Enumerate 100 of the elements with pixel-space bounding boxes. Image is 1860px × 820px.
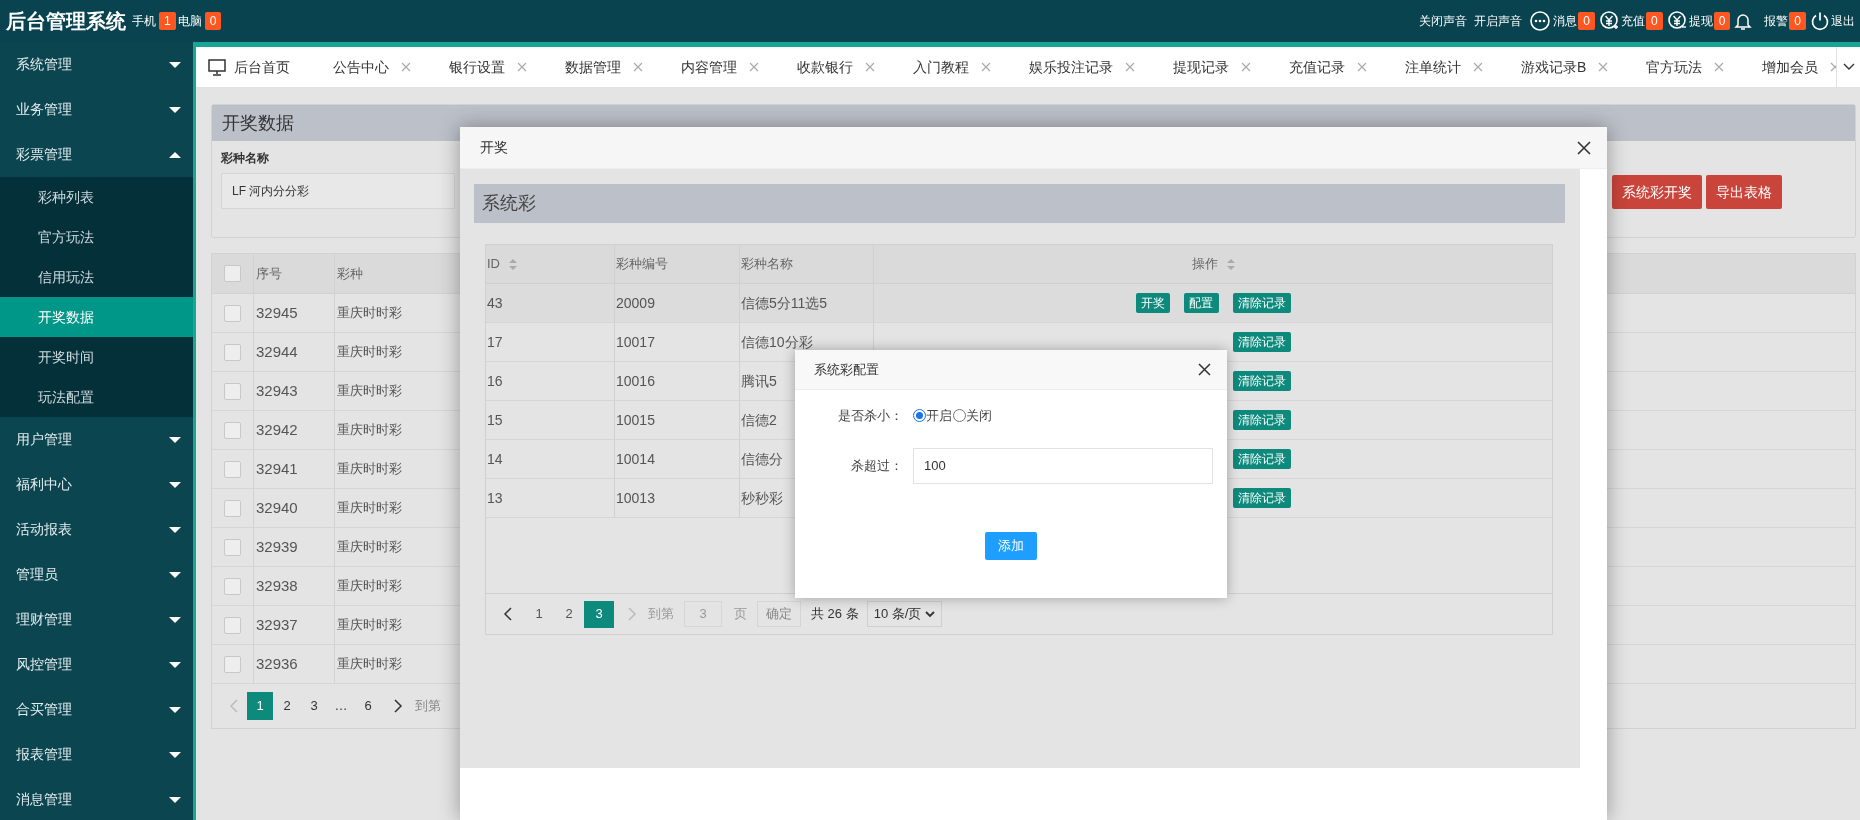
- tab[interactable]: 数据管理: [565, 56, 621, 78]
- page-link[interactable]: 3: [584, 600, 614, 628]
- tab[interactable]: 内容管理: [681, 56, 737, 78]
- table-cell: 32941: [254, 450, 335, 488]
- sort-icon[interactable]: [1225, 257, 1236, 271]
- tab[interactable]: 官方玩法: [1646, 56, 1703, 78]
- sidebar-item[interactable]: 管理员: [16, 564, 58, 585]
- tab[interactable]: 提现记录: [1173, 56, 1229, 78]
- tab[interactable]: 娱乐投注记录: [1029, 56, 1113, 78]
- page-link[interactable]: …: [328, 692, 354, 720]
- sidebar-subitem[interactable]: 开奖数据: [0, 297, 193, 337]
- page-link[interactable]: 1: [247, 692, 273, 720]
- checkbox[interactable]: [224, 265, 241, 282]
- tab[interactable]: 银行设置: [449, 56, 505, 78]
- page-link[interactable]: 2: [554, 600, 584, 628]
- header-link[interactable]: 消息: [1553, 12, 1578, 30]
- close-icon[interactable]: [1198, 363, 1211, 376]
- table-cell: 32937: [254, 606, 335, 644]
- tab[interactable]: 游戏记录B: [1521, 56, 1587, 78]
- sidebar-subitem[interactable]: 彩种列表: [0, 177, 193, 217]
- count-badge: 0: [1713, 12, 1731, 30]
- checkbox[interactable]: [224, 655, 241, 673]
- table-cell: 信德5分11选5: [740, 284, 874, 322]
- table-cell: 14: [486, 440, 615, 478]
- row-action-button[interactable]: 清除记录: [1232, 371, 1291, 391]
- sidebar-item[interactable]: 理财管理: [16, 609, 72, 630]
- page-size-select[interactable]: 10 条/页: [866, 601, 943, 627]
- checkbox[interactable]: [224, 499, 241, 517]
- sidebar-item[interactable]: 报表管理: [16, 744, 72, 765]
- checkbox[interactable]: [224, 616, 241, 634]
- page-link[interactable]: 2: [274, 692, 300, 720]
- header-link[interactable]: 充值: [1620, 12, 1645, 30]
- checkbox[interactable]: [224, 304, 241, 322]
- page-unit-label: 页: [734, 605, 747, 624]
- tab[interactable]: 增加会员: [1762, 56, 1819, 78]
- count-badge: 1: [159, 12, 176, 30]
- sidebar-item[interactable]: 活动报表: [16, 519, 72, 540]
- table-cell-text: 重庆时时彩: [336, 655, 403, 674]
- row-action-button[interactable]: 清除记录: [1232, 449, 1291, 469]
- table-cell: 20009: [615, 284, 740, 322]
- tab[interactable]: 后台首页: [234, 56, 290, 78]
- checkbox[interactable]: [224, 343, 241, 361]
- close-icon[interactable]: [1577, 140, 1591, 155]
- header-link[interactable]: 报警: [1764, 12, 1789, 30]
- sidebar-item[interactable]: 系统管理: [16, 54, 72, 75]
- tab[interactable]: 入门教程: [913, 56, 969, 78]
- row-action-button[interactable]: 清除记录: [1232, 488, 1291, 508]
- tab[interactable]: 收款银行: [797, 56, 853, 78]
- header-link[interactable]: 提现: [1688, 12, 1713, 30]
- sidebar-subitem[interactable]: 官方玩法: [0, 217, 193, 257]
- sidebar-subitem[interactable]: 信用玩法: [0, 257, 193, 297]
- checkbox[interactable]: [224, 460, 241, 478]
- checkbox[interactable]: [224, 577, 241, 595]
- power-icon: [1810, 11, 1830, 31]
- row-action-button[interactable]: 清除记录: [1232, 293, 1291, 313]
- tab[interactable]: 公告中心: [333, 56, 389, 78]
- column-header: 彩种编号: [616, 255, 668, 274]
- action-button[interactable]: 系统彩开奖: [1612, 175, 1702, 209]
- sidebar-subitem[interactable]: 开奖时间: [0, 337, 193, 377]
- sidebar-subitem[interactable]: 玩法配置: [0, 377, 193, 417]
- table-cell-text: 重庆时时彩: [336, 343, 403, 362]
- table-cell: 43: [486, 284, 615, 322]
- sidebar-item[interactable]: 用户管理: [16, 429, 72, 450]
- bell-icon: [1734, 11, 1753, 31]
- table-cell: 10014: [615, 440, 740, 478]
- sidebar-item[interactable]: 风控管理: [16, 654, 72, 675]
- checkbox[interactable]: [224, 382, 241, 400]
- table-cell: 32940: [254, 489, 335, 527]
- tab[interactable]: 充值记录: [1289, 56, 1345, 78]
- table-cell: 13: [486, 479, 615, 517]
- sort-icon[interactable]: [508, 257, 518, 271]
- table-cell-text: 重庆时时彩: [336, 382, 403, 401]
- total-count: 共 26 条: [811, 605, 859, 624]
- header-link[interactable]: 退出: [1831, 12, 1855, 30]
- column-header: 操作: [1191, 255, 1218, 274]
- checkbox[interactable]: [224, 421, 241, 439]
- header-link[interactable]: 关闭声音: [1419, 12, 1468, 30]
- sidebar-item[interactable]: 业务管理: [16, 99, 72, 120]
- input-field[interactable]: 100: [913, 447, 1213, 484]
- page-link[interactable]: 6: [355, 692, 381, 720]
- header-link[interactable]: 开启声音: [1474, 12, 1523, 30]
- row-action-button[interactable]: 配置: [1183, 293, 1219, 313]
- action-button[interactable]: 导出表格: [1706, 175, 1782, 209]
- sidebar-item[interactable]: 福利中心: [16, 474, 72, 495]
- select-field[interactable]: LF 河内分分彩: [221, 173, 455, 209]
- table-cell: 10015: [615, 401, 740, 439]
- table-cell: 32944: [254, 333, 335, 371]
- sidebar-item[interactable]: 彩票管理: [16, 144, 72, 165]
- tab[interactable]: 注单统计: [1405, 56, 1461, 78]
- row-action-button[interactable]: 清除记录: [1232, 410, 1291, 430]
- row-action-button[interactable]: 清除记录: [1232, 332, 1291, 352]
- page-link[interactable]: 3: [301, 692, 327, 720]
- section-title: 系统彩: [474, 184, 1565, 223]
- row-action-button[interactable]: 开奖: [1135, 293, 1170, 313]
- sidebar-item[interactable]: 合买管理: [16, 699, 72, 720]
- table-cell-text: 重庆时时彩: [336, 421, 403, 440]
- sidebar-item[interactable]: 消息管理: [16, 789, 72, 810]
- column-header: ID: [487, 255, 500, 274]
- checkbox[interactable]: [224, 538, 241, 556]
- page-link[interactable]: 1: [524, 600, 554, 628]
